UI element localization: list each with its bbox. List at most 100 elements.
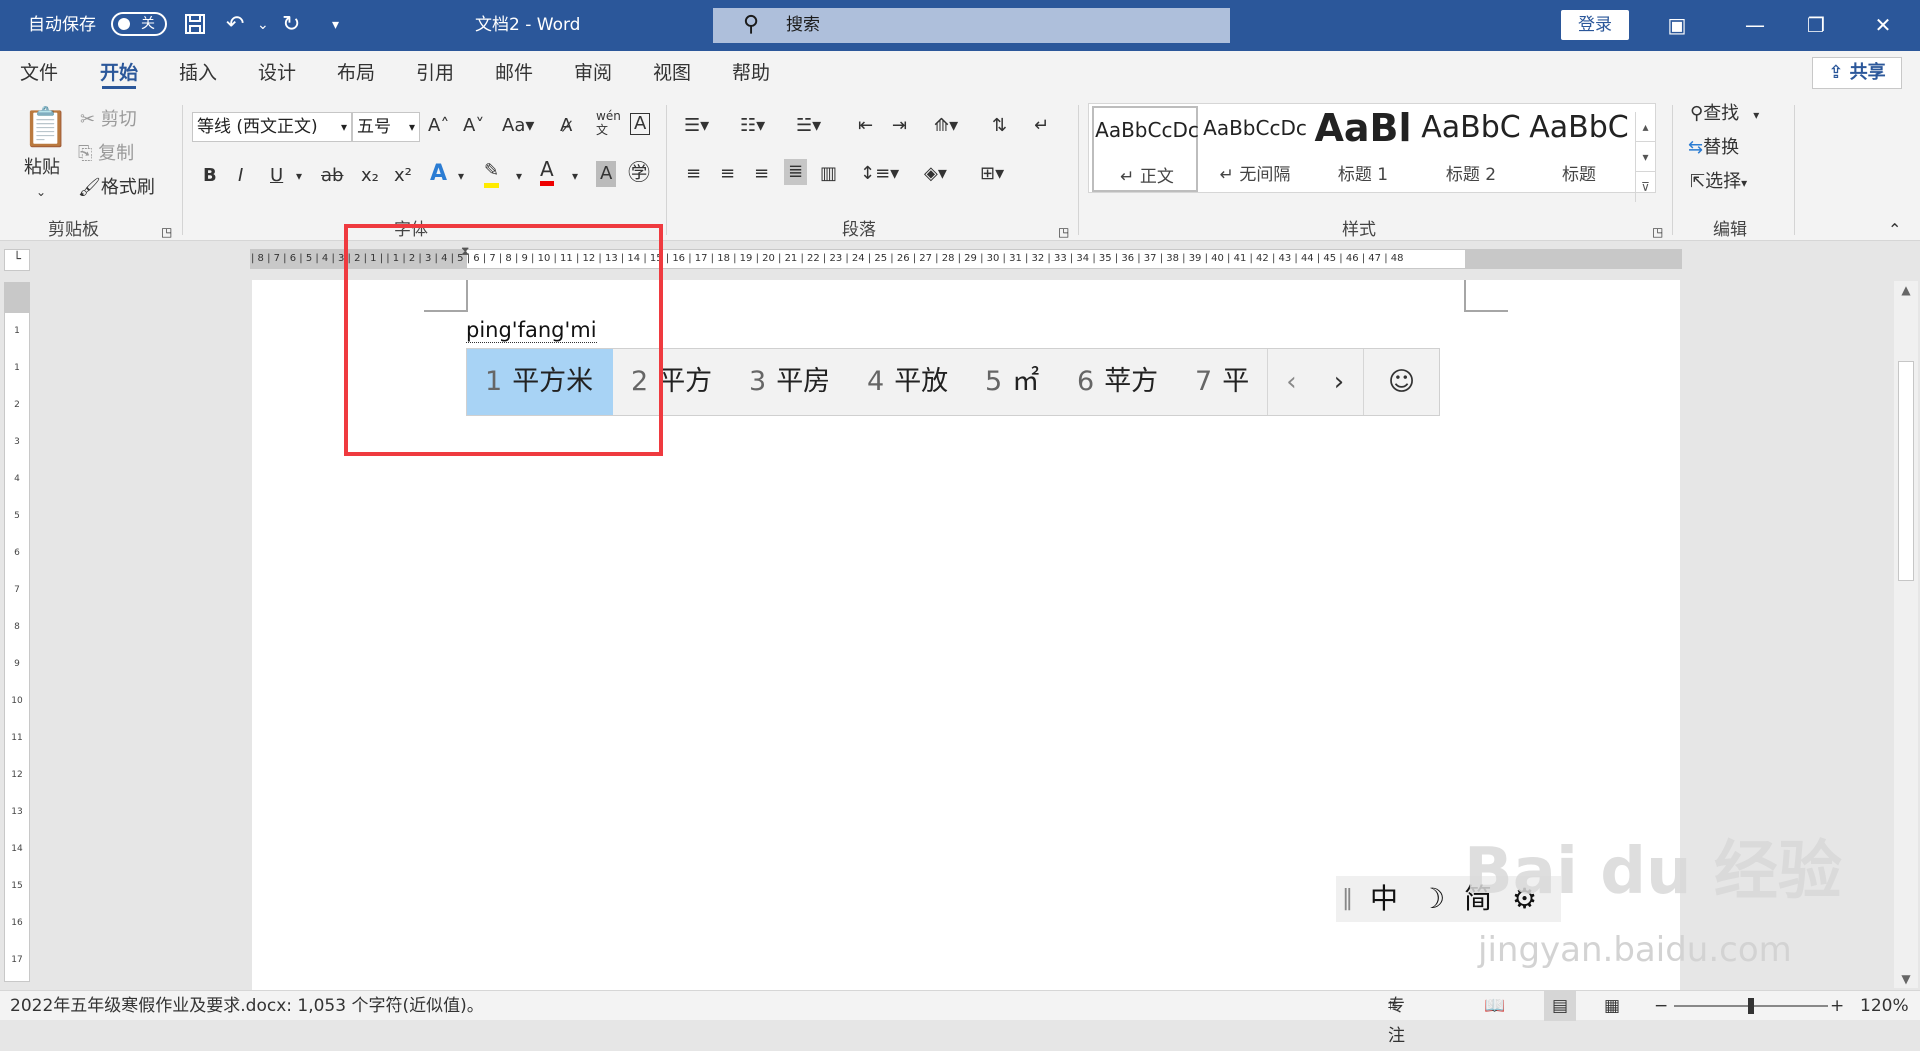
change-case-icon[interactable]: Aa▾ xyxy=(502,113,534,139)
font-color-icon[interactable]: A xyxy=(540,157,554,186)
search-box[interactable]: ⚲ 搜索 xyxy=(713,8,1230,43)
paragraph-launcher-icon[interactable]: ◳ xyxy=(1058,219,1069,245)
scroll-thumb[interactable] xyxy=(1898,361,1914,581)
style-normal[interactable]: AaBbCcDc ↵ 正文 xyxy=(1092,106,1199,192)
save-icon[interactable] xyxy=(183,12,207,43)
select-button[interactable]: ⇱选择▾ xyxy=(1690,169,1747,196)
shrink-font-icon[interactable]: A˅ xyxy=(463,113,484,139)
tab-selector[interactable]: └ xyxy=(4,249,30,271)
text-effects-icon[interactable]: A xyxy=(430,161,447,187)
tab-mailings[interactable]: 邮件 xyxy=(495,51,533,95)
phonetic-guide-icon[interactable]: wén 文 xyxy=(596,109,621,137)
scroll-up-icon[interactable]: ▲ xyxy=(1894,283,1918,297)
underline-icon[interactable]: U xyxy=(270,163,283,189)
ime-candidate[interactable]: 4 平放 xyxy=(867,349,948,415)
align-left-icon[interactable]: ≡ xyxy=(686,161,701,187)
bullets-icon[interactable]: ☰▾ xyxy=(684,113,709,139)
text-effects-dropdown-icon[interactable]: ▾ xyxy=(458,163,464,189)
align-center-icon[interactable]: ≡ xyxy=(720,161,735,187)
login-button[interactable]: 登录 xyxy=(1561,10,1629,40)
numbering-icon[interactable]: ☷▾ xyxy=(740,113,765,139)
close-icon[interactable]: ✕ xyxy=(1863,10,1903,40)
line-spacing-icon[interactable]: ↕≡▾ xyxy=(860,161,899,187)
multilevel-list-icon[interactable]: ☱▾ xyxy=(796,113,821,139)
highlight-icon[interactable]: ✎ xyxy=(484,159,500,188)
web-layout-icon[interactable]: ▦ xyxy=(1604,991,1620,1021)
zoom-level[interactable]: 120% xyxy=(1860,991,1909,1021)
style-no-spacing[interactable]: AaBbCcDc ↵ 无间隔 xyxy=(1202,106,1308,192)
ime-moon-icon[interactable]: ☽ xyxy=(1420,876,1445,922)
ime-emoji-icon[interactable]: ☺ xyxy=(1363,349,1439,415)
subscript-icon[interactable]: x₂ xyxy=(361,163,379,189)
share-button[interactable]: ⇪ 共享 xyxy=(1812,57,1902,89)
style-title[interactable]: AaBbC 标题 xyxy=(1526,106,1632,192)
print-layout-icon[interactable]: ▤ xyxy=(1544,991,1577,1021)
zoom-in-icon[interactable]: + xyxy=(1830,991,1844,1021)
replace-button[interactable]: ⇆替换 xyxy=(1688,135,1739,161)
ime-candidate[interactable]: 3 平房 xyxy=(749,349,830,415)
tab-view[interactable]: 视图 xyxy=(653,51,691,95)
enclose-characters-icon[interactable]: ㊫ xyxy=(628,161,650,187)
ime-next-page-icon[interactable]: › xyxy=(1315,349,1363,415)
show-marks-icon[interactable]: ↵ xyxy=(1034,113,1049,139)
zoom-out-icon[interactable]: − xyxy=(1654,991,1668,1021)
vertical-scrollbar[interactable]: ▲ ▼ xyxy=(1894,281,1918,988)
undo-icon[interactable]: ↶ xyxy=(226,12,244,38)
borders-icon[interactable]: ⊞▾ xyxy=(980,161,1004,187)
paste-icon[interactable]: 📋 xyxy=(22,105,69,149)
style-heading-1[interactable]: AaBl 标题 1 xyxy=(1310,106,1416,192)
zoom-slider-thumb[interactable] xyxy=(1748,998,1754,1014)
font-color-dropdown-icon[interactable]: ▾ xyxy=(572,163,578,189)
ime-prev-page-icon[interactable]: ‹ xyxy=(1267,349,1315,415)
minimize-icon[interactable]: — xyxy=(1735,10,1775,40)
paste-dropdown-icon[interactable]: ⌄ xyxy=(36,179,46,205)
autosave-toggle[interactable]: 关 xyxy=(111,12,167,36)
tab-layout[interactable]: 布局 xyxy=(337,51,375,95)
decrease-indent-icon[interactable]: ⇤ xyxy=(858,113,873,139)
tab-review[interactable]: 审阅 xyxy=(574,51,612,95)
sort-icon[interactable]: ⇅ xyxy=(992,113,1007,139)
redo-icon[interactable]: ↻ xyxy=(282,12,300,38)
italic-icon[interactable]: I xyxy=(238,163,243,189)
underline-dropdown-icon[interactable]: ▾ xyxy=(296,163,302,189)
find-button[interactable]: ⚲查找 ▾ xyxy=(1690,101,1759,128)
highlight-dropdown-icon[interactable]: ▾ xyxy=(516,163,522,189)
superscript-icon[interactable]: x² xyxy=(394,163,412,189)
ime-candidate[interactable]: 7平 xyxy=(1195,349,1249,415)
vertical-ruler[interactable]: 1 1 2 3 4 5 6 7 8 9 10 11 12 13 14 15 16 17 xyxy=(4,282,30,982)
styles-launcher-icon[interactable]: ◳ xyxy=(1652,219,1663,245)
chevron-down-icon[interactable]: ▾ xyxy=(1636,142,1655,172)
customize-icon[interactable]: ▾ xyxy=(332,12,339,38)
ime-mode-toggle[interactable]: 中 xyxy=(1370,876,1398,922)
ime-drag-handle-icon[interactable]: ‖ xyxy=(1342,876,1353,922)
scroll-down-icon[interactable]: ▼ xyxy=(1894,972,1918,986)
tab-references[interactable]: 引用 xyxy=(416,51,454,95)
format-painter-button[interactable]: 🖌格式刷 xyxy=(78,175,155,201)
asian-layout-icon[interactable]: ⟰▾ xyxy=(934,113,958,139)
chevron-up-icon[interactable]: ▴ xyxy=(1636,112,1655,142)
clipboard-launcher-icon[interactable]: ◳ xyxy=(161,219,172,245)
read-mode-icon[interactable]: 📖 xyxy=(1484,991,1505,1021)
paste-button[interactable]: 粘贴 xyxy=(24,155,60,181)
distributed-icon[interactable]: ▥ xyxy=(820,161,837,187)
ime-candidate[interactable]: 6 苹方 xyxy=(1077,349,1158,415)
tab-insert[interactable]: 插入 xyxy=(179,51,217,95)
restore-icon[interactable]: ❐ xyxy=(1796,10,1836,40)
shading-icon[interactable]: ◈▾ xyxy=(924,161,947,187)
tab-design[interactable]: 设计 xyxy=(258,51,296,95)
style-heading-2[interactable]: AaBbC 标题 2 xyxy=(1418,106,1524,192)
bold-icon[interactable]: B xyxy=(203,163,217,189)
ime-candidate[interactable]: 5 ㎡ xyxy=(985,349,1039,415)
cut-button[interactable]: ✂ 剪切 xyxy=(80,107,137,133)
copy-button[interactable]: ⎘ 复制 xyxy=(78,141,134,167)
strikethrough-icon[interactable]: ab xyxy=(321,163,343,189)
tab-help[interactable]: 帮助 xyxy=(732,51,770,95)
font-size-select[interactable]: 五号 ▾ xyxy=(352,112,420,142)
ribbon-display-icon[interactable]: ▣ xyxy=(1657,10,1697,40)
tab-file[interactable]: 文件 xyxy=(20,51,58,95)
tab-home[interactable]: 开始 xyxy=(100,51,138,95)
clear-formatting-icon[interactable]: A̷ xyxy=(560,113,572,139)
collapse-ribbon-icon[interactable]: ⌃ xyxy=(1888,217,1901,243)
font-name-select[interactable]: 等线 (西文正文) ▾ xyxy=(192,112,352,142)
character-shading-icon[interactable]: A xyxy=(596,161,617,187)
